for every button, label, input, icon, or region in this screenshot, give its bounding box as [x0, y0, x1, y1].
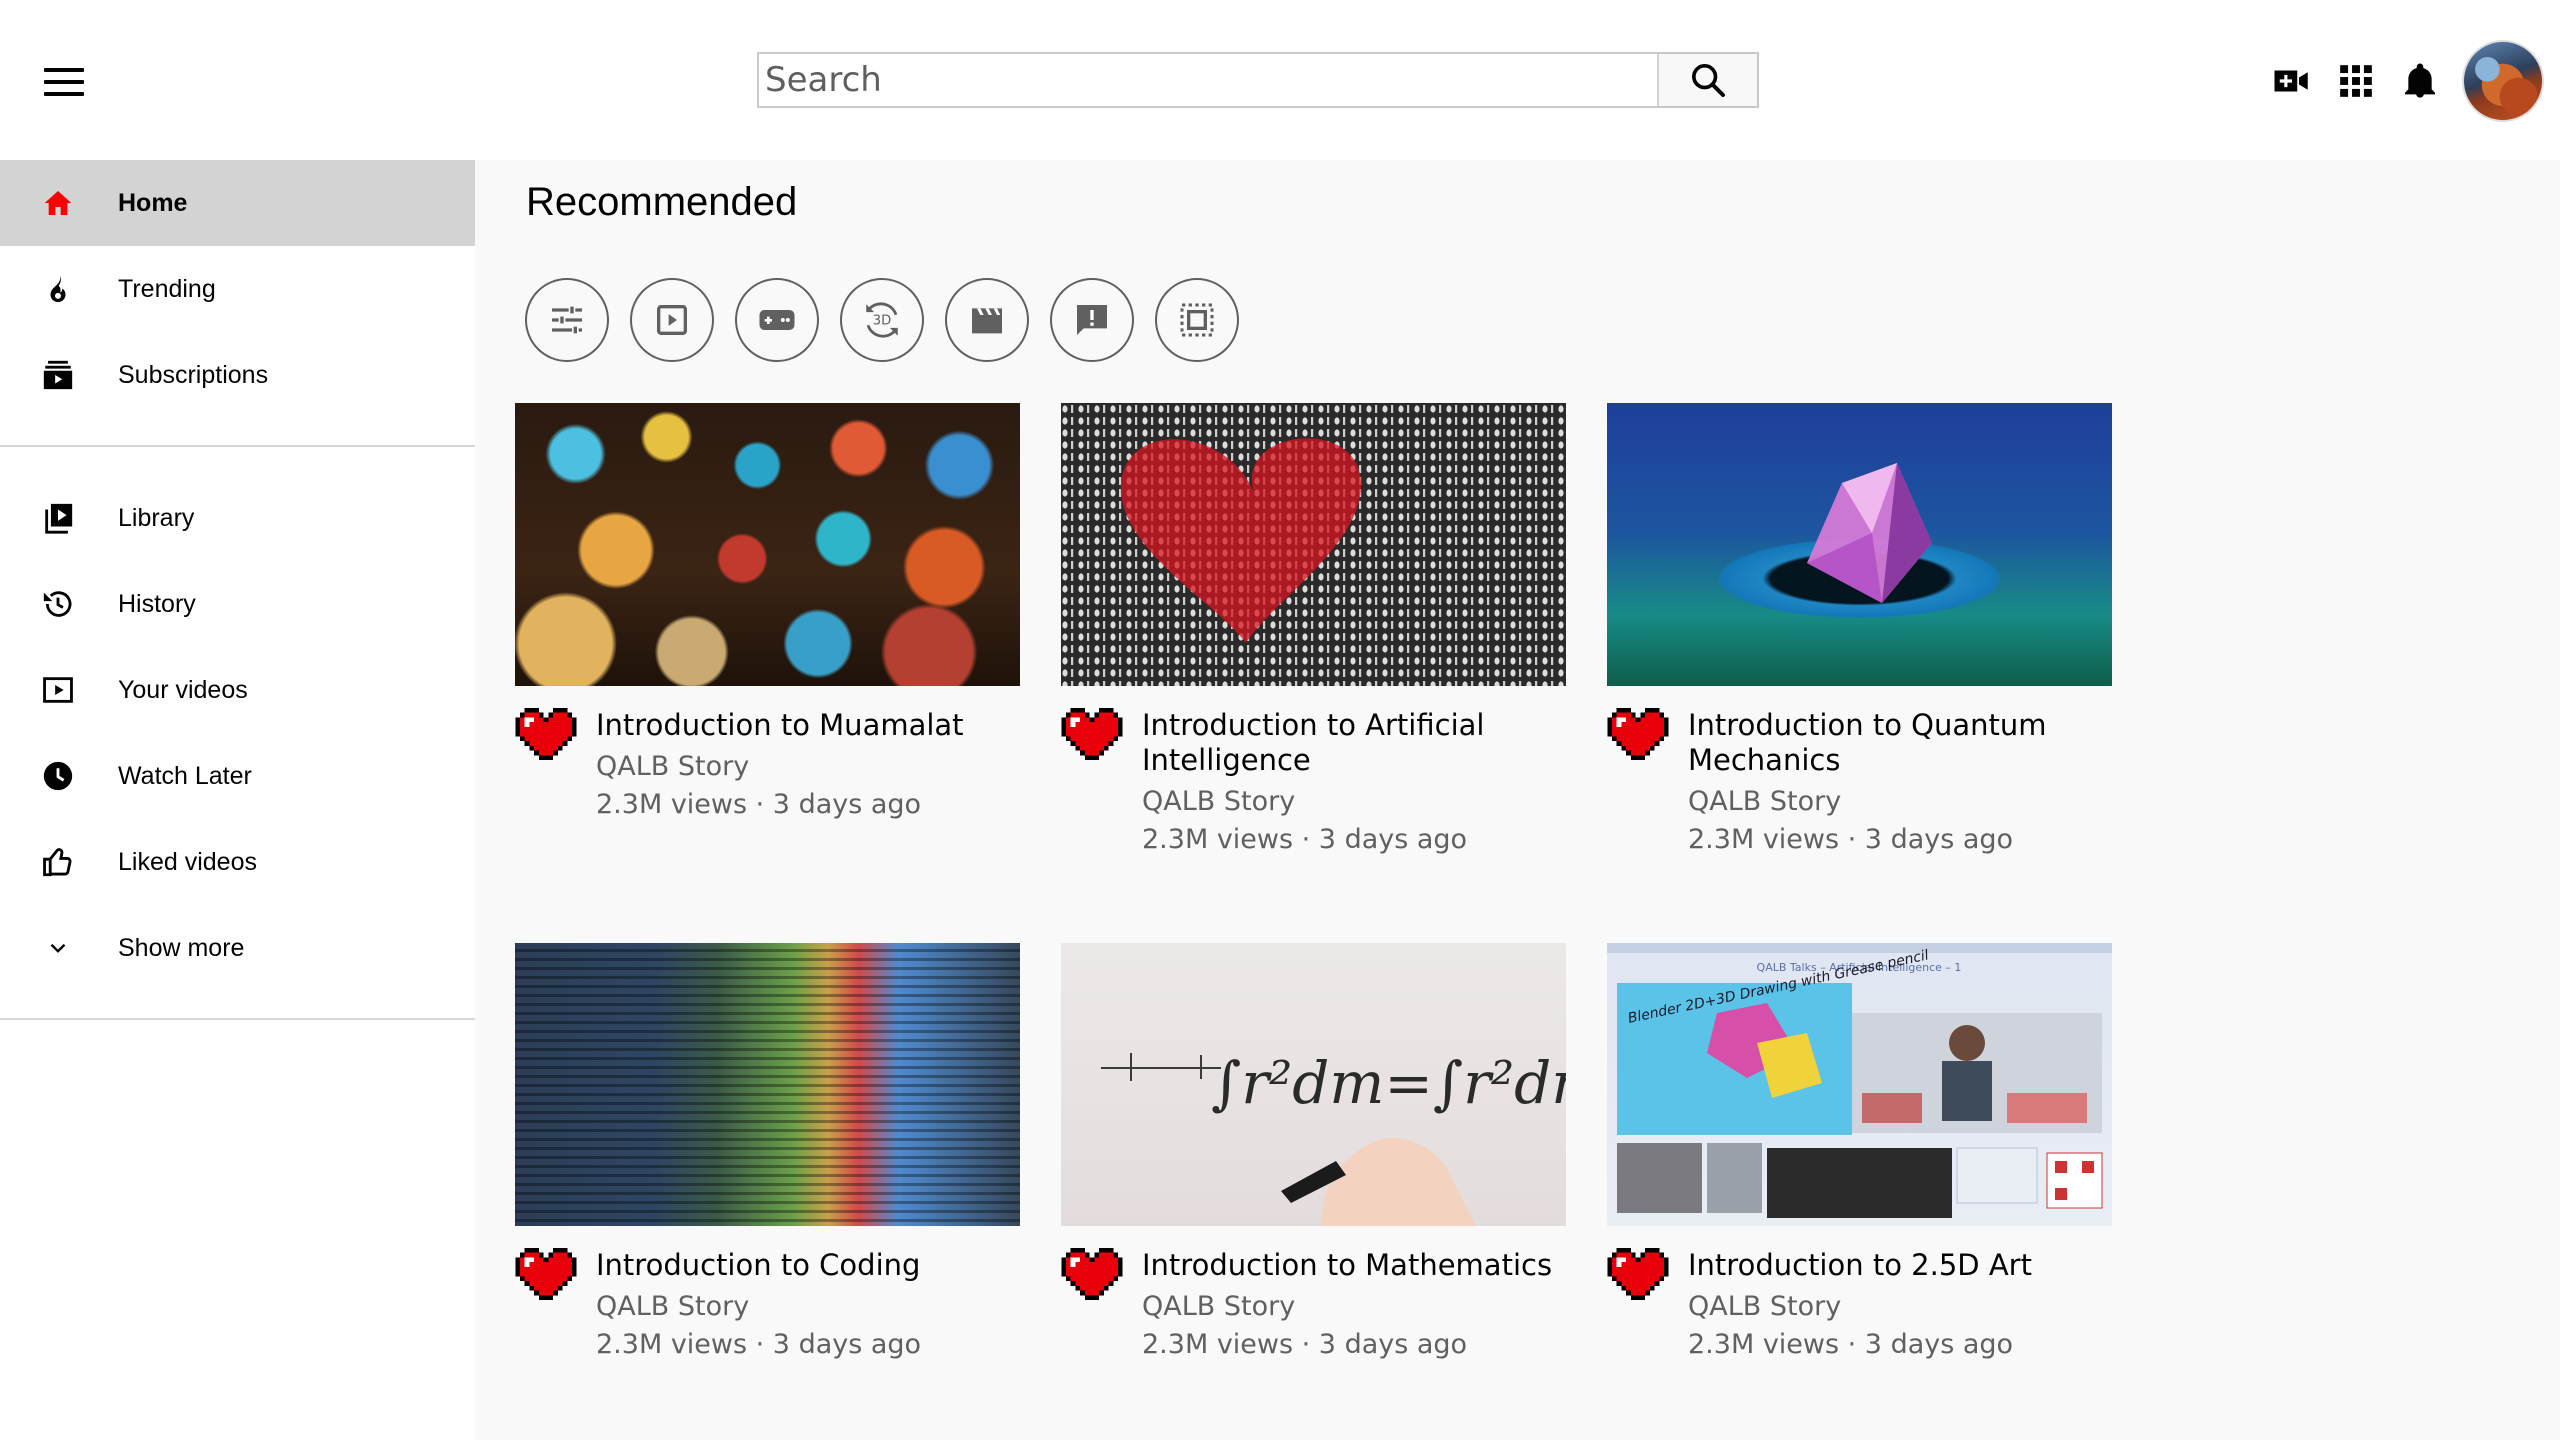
- play-icon: [657, 305, 687, 335]
- video-stats: 2.3M views · 3 days ago: [1688, 824, 2014, 855]
- sidebar-item-show-more[interactable]: Show more: [0, 905, 475, 991]
- video-title[interactable]: Introduction to Coding: [596, 1248, 1016, 1283]
- sidebar-item-library[interactable]: Library: [0, 475, 475, 561]
- sidebar-item-label: Liked videos: [118, 847, 257, 876]
- sidebar-item-trending[interactable]: Trending: [0, 246, 475, 332]
- search-button[interactable]: [1657, 54, 1757, 106]
- video-card[interactable]: Introduction to Artificial Intelligence …: [1061, 403, 1566, 858]
- channel-name[interactable]: QALB Story: [1688, 1287, 2108, 1327]
- channel-avatar-heart-icon[interactable]: [1607, 708, 1669, 760]
- channel-avatar-heart-icon[interactable]: [1607, 1248, 1669, 1300]
- feedback-icon: [1077, 305, 1107, 335]
- sidebar-item-label: Subscriptions: [118, 360, 269, 389]
- video-thumbnail[interactable]: [515, 943, 1020, 1226]
- sidebar-item-history[interactable]: History: [0, 561, 475, 647]
- whiteboard-equation: ∫r²dm=∫r²dm: [1211, 1049, 1566, 1117]
- 3d-icon: 3D: [866, 302, 898, 338]
- video-title[interactable]: Introduction to Mathematics: [1142, 1248, 1562, 1283]
- chip-gaming[interactable]: [735, 278, 819, 362]
- chevron-down-icon: [39, 929, 77, 967]
- sidebar-item-home[interactable]: Home: [0, 160, 475, 246]
- avatar[interactable]: [2462, 40, 2544, 122]
- video-title[interactable]: Introduction to Muamalat: [596, 708, 1016, 743]
- video-thumbnail[interactable]: [1061, 403, 1566, 686]
- video-thumbnail[interactable]: [515, 403, 1020, 686]
- sidebar-divider: [0, 445, 475, 447]
- sidebar-item-label: Home: [118, 188, 188, 217]
- video-title[interactable]: Introduction to Quantum Mechanics: [1688, 708, 2108, 778]
- sidebar-item-subscriptions[interactable]: Subscriptions: [0, 332, 475, 418]
- subscriptions-icon: [39, 356, 77, 394]
- chip-movies[interactable]: [945, 278, 1029, 362]
- sidebar: Home Trending Subscriptions Library Hist…: [0, 160, 475, 1440]
- video-card[interactable]: Introduction to Muamalat QALB Story 2.3M…: [515, 403, 1020, 823]
- search-bar: [757, 52, 1759, 108]
- channel-avatar-heart-icon[interactable]: [515, 1248, 577, 1300]
- video-card[interactable]: Introduction to Coding QALB Story 2.3M v…: [515, 943, 1020, 1363]
- channel-avatar-heart-icon[interactable]: [1061, 708, 1123, 760]
- gamepad-icon: [759, 310, 795, 330]
- video-stats: 2.3M views · 3 days ago: [1142, 1329, 1468, 1360]
- clapperboard-icon: [972, 308, 1002, 334]
- chip-feedback[interactable]: [1050, 278, 1134, 362]
- video-thumbnail[interactable]: QALB Talks – Artificial Intelligence – 1…: [1607, 943, 2112, 1226]
- notifications-icon[interactable]: [2388, 49, 2452, 113]
- search-icon: [1692, 64, 1725, 97]
- sidebar-item-label: Trending: [118, 274, 216, 303]
- video-stats: 2.3M views · 3 days ago: [596, 1329, 922, 1360]
- video-stats: 2.3M views · 3 days ago: [596, 789, 922, 820]
- channel-avatar-heart-icon[interactable]: [1061, 1248, 1123, 1300]
- thumbs-up-icon: [39, 843, 77, 881]
- video-stats: 2.3M views · 3 days ago: [1688, 1329, 2014, 1360]
- chip-play[interactable]: [630, 278, 714, 362]
- history-icon: [39, 585, 77, 623]
- channel-name[interactable]: QALB Story: [596, 1287, 1016, 1327]
- top-actions: [2260, 40, 2560, 122]
- library-icon: [39, 499, 77, 537]
- channel-name[interactable]: QALB Story: [1688, 782, 2108, 822]
- sidebar-item-label: Watch Later: [118, 761, 252, 790]
- clock-icon: [39, 757, 77, 795]
- video-title[interactable]: Introduction to Artificial Intelligence: [1142, 708, 1562, 778]
- filters-icon: [552, 306, 582, 334]
- chip-select-all[interactable]: [1155, 278, 1239, 362]
- video-thumbnail[interactable]: [1607, 403, 2112, 686]
- channel-name[interactable]: QALB Story: [596, 747, 1016, 787]
- sidebar-item-label: Your videos: [118, 675, 248, 704]
- select-all-icon: [1180, 303, 1214, 337]
- video-card[interactable]: QALB Talks – Artificial Intelligence – 1…: [1607, 943, 2112, 1363]
- sidebar-divider: [0, 1018, 475, 1020]
- flame-icon: [39, 270, 77, 308]
- filter-chips: 3D: [525, 278, 1260, 362]
- video-card[interactable]: Introduction to Quantum Mechanics QALB S…: [1607, 403, 2112, 858]
- video-stats: 2.3M views · 3 days ago: [1142, 824, 1468, 855]
- sidebar-item-liked-videos[interactable]: Liked videos: [0, 819, 475, 905]
- channel-name[interactable]: QALB Story: [1142, 782, 1562, 822]
- chip-3d[interactable]: 3D: [840, 278, 924, 362]
- main-content: Recommended 3D Introduction to Muamalat …: [475, 160, 2560, 1440]
- video-title[interactable]: Introduction to 2.5D Art: [1688, 1248, 2108, 1283]
- chip-filters[interactable]: [525, 278, 609, 362]
- sidebar-item-your-videos[interactable]: Your videos: [0, 647, 475, 733]
- your-videos-icon: [39, 671, 77, 709]
- video-card[interactable]: ∫r²dm=∫r²dm Introduction to Mathematics …: [1061, 943, 1566, 1363]
- sidebar-item-label: Show more: [118, 933, 245, 962]
- video-thumbnail[interactable]: ∫r²dm=∫r²dm: [1061, 943, 1566, 1226]
- create-video-icon[interactable]: [2260, 49, 2324, 113]
- sidebar-item-label: Library: [118, 503, 195, 532]
- home-icon: [39, 184, 77, 222]
- apps-icon[interactable]: [2324, 49, 2388, 113]
- search-input[interactable]: [759, 54, 1657, 106]
- channel-avatar-heart-icon[interactable]: [515, 708, 577, 760]
- sidebar-item-watch-later[interactable]: Watch Later: [0, 733, 475, 819]
- sidebar-item-label: History: [118, 589, 196, 618]
- top-bar: [0, 0, 2560, 160]
- menu-icon[interactable]: [44, 68, 84, 96]
- channel-name[interactable]: QALB Story: [1142, 1287, 1562, 1327]
- page-title: Recommended: [526, 180, 798, 224]
- 3d-label: 3D: [873, 313, 891, 328]
